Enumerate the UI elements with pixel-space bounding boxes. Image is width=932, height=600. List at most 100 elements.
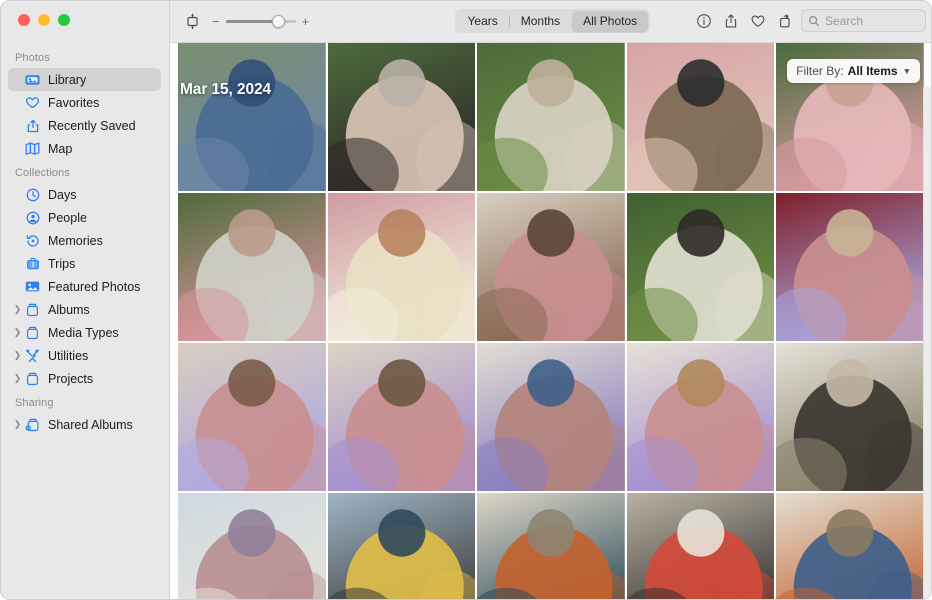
search-input[interactable]: Search bbox=[801, 9, 926, 32]
photo-thumbnail[interactable] bbox=[178, 493, 326, 600]
tab-years[interactable]: Years bbox=[457, 11, 509, 32]
favorite-heart-icon[interactable] bbox=[747, 10, 769, 32]
photos-app-window: Photos❯Library❯Favorites❯Recently Saved❯… bbox=[0, 0, 932, 600]
sidebar-item-label: Recently Saved bbox=[48, 118, 136, 133]
window-controls bbox=[18, 14, 70, 26]
photo-thumbnail[interactable] bbox=[626, 343, 775, 491]
sidebar-item-label: Albums bbox=[48, 302, 90, 317]
memories-icon bbox=[23, 234, 42, 248]
sidebar-item-memories[interactable]: ❯Memories bbox=[8, 229, 161, 252]
zoom-slider-thumb[interactable] bbox=[271, 14, 285, 28]
photo-thumbnail[interactable] bbox=[477, 493, 625, 600]
photo-thumbnail[interactable] bbox=[776, 493, 924, 600]
photo-thumbnail[interactable] bbox=[327, 493, 476, 600]
chevron-right-icon[interactable]: ❯ bbox=[12, 328, 23, 337]
sidebar-item-label: People bbox=[48, 210, 87, 225]
photo-thumbnail[interactable] bbox=[626, 43, 775, 191]
sidebar-item-media-types[interactable]: ❯ Media Types bbox=[8, 321, 161, 344]
zoom-button[interactable] bbox=[58, 14, 70, 26]
rotate-icon[interactable] bbox=[774, 10, 796, 32]
search-icon bbox=[808, 15, 819, 26]
sidebar-item-days[interactable]: ❯Days bbox=[8, 183, 161, 206]
tab-all-photos[interactable]: All Photos bbox=[572, 10, 649, 32]
sidebar-item-favorites[interactable]: ❯Favorites bbox=[8, 91, 161, 114]
sidebar-item-trips[interactable]: ❯Trips bbox=[8, 252, 161, 275]
sidebar-item-recently-saved[interactable]: ❯Recently Saved bbox=[8, 114, 161, 137]
zoom-slider-fill bbox=[225, 19, 279, 23]
share-icon[interactable] bbox=[720, 10, 742, 32]
featured-photo-icon bbox=[23, 280, 42, 293]
close-button[interactable] bbox=[18, 14, 30, 26]
sidebar-item-label: Map bbox=[48, 141, 73, 156]
chevron-down-icon: ▼ bbox=[902, 66, 911, 76]
zoom-slider-track[interactable] bbox=[225, 14, 296, 28]
toolbar-right-group: Search bbox=[693, 9, 926, 32]
chevron-right-icon[interactable]: ❯ bbox=[12, 351, 23, 360]
sidebar-item-library[interactable]: ❯Library bbox=[8, 68, 161, 91]
zoom-in-label[interactable]: + bbox=[302, 15, 310, 28]
sidebar-item-label: Featured Photos bbox=[48, 279, 141, 294]
sidebar-section-title: Collections bbox=[15, 167, 70, 179]
photo-thumbnail[interactable] bbox=[776, 193, 924, 341]
sidebar-item-label: Trips bbox=[48, 256, 76, 271]
photo-thumbnail[interactable] bbox=[327, 343, 476, 491]
zoom-slider[interactable]: − + bbox=[212, 14, 310, 28]
sidebar-item-label: Library bbox=[48, 72, 87, 87]
album-icon bbox=[23, 303, 42, 317]
sidebar-item-label: Utilities bbox=[48, 348, 89, 363]
album-icon bbox=[23, 372, 42, 386]
sidebar-nav-list: Photos❯Library❯Favorites❯Recently Saved❯… bbox=[0, 45, 169, 600]
sidebar-item-label: Projects bbox=[48, 371, 94, 386]
sidebar-item-map[interactable]: ❯Map bbox=[8, 137, 161, 160]
filter-by-value: All Items bbox=[847, 64, 898, 78]
photo-thumbnail[interactable] bbox=[178, 343, 326, 491]
photo-thumbnail[interactable] bbox=[477, 343, 625, 491]
album-icon bbox=[23, 326, 42, 340]
photo-thumbnail[interactable] bbox=[626, 193, 775, 341]
suitcase-icon bbox=[23, 257, 42, 270]
zoom-out-label[interactable]: − bbox=[212, 15, 220, 28]
photo-thumbnail[interactable] bbox=[327, 43, 476, 191]
photo-thumbnail[interactable] bbox=[327, 193, 476, 341]
sidebar: Photos❯Library❯Favorites❯Recently Saved❯… bbox=[0, 0, 170, 600]
filter-by-dropdown[interactable]: Filter By: All Items ▼ bbox=[787, 59, 920, 83]
shared-album-icon bbox=[23, 418, 42, 432]
view-mode-segmented-control: Years Months All Photos bbox=[455, 9, 650, 33]
sidebar-item-label: Shared Albums bbox=[48, 417, 133, 432]
sidebar-item-projects[interactable]: ❯ Projects bbox=[8, 367, 161, 390]
tab-months[interactable]: Months bbox=[510, 11, 571, 32]
sidebar-section-title: Sharing bbox=[15, 397, 54, 409]
sidebar-item-shared-albums[interactable]: ❯ Shared Albums bbox=[8, 413, 161, 436]
heart-icon bbox=[23, 96, 42, 109]
search-placeholder: Search bbox=[825, 13, 864, 28]
sidebar-item-utilities[interactable]: ❯ Utilities bbox=[8, 344, 161, 367]
photo-thumbnail[interactable] bbox=[477, 193, 625, 341]
photo-thumbnail[interactable] bbox=[178, 193, 326, 341]
minimize-button[interactable] bbox=[38, 14, 50, 26]
view-options-icon[interactable] bbox=[181, 10, 203, 32]
photo-grid-area[interactable]: Mar 15, 2024 Filter By: All Items ▼ bbox=[170, 43, 932, 600]
sidebar-item-label: Memories bbox=[48, 233, 103, 248]
photo-thumbnail[interactable] bbox=[178, 43, 326, 191]
chevron-right-icon[interactable]: ❯ bbox=[12, 420, 23, 429]
person-circle-icon bbox=[23, 211, 42, 225]
chevron-right-icon[interactable]: ❯ bbox=[12, 305, 23, 314]
vertical-scrollbar[interactable] bbox=[923, 87, 931, 600]
segmented-group: Years Months All Photos bbox=[455, 9, 650, 33]
photo-thumbnail[interactable] bbox=[776, 343, 924, 491]
tools-icon bbox=[23, 349, 42, 363]
chevron-right-icon[interactable]: ❯ bbox=[12, 374, 23, 383]
sidebar-item-label: Days bbox=[48, 187, 77, 202]
sidebar-item-people[interactable]: ❯People bbox=[8, 206, 161, 229]
photo-thumbnail[interactable] bbox=[477, 43, 625, 191]
map-icon bbox=[23, 142, 42, 155]
filter-by-label: Filter By: bbox=[796, 64, 844, 78]
sidebar-item-label: Media Types bbox=[48, 325, 119, 340]
toolbar: − + Years Months All Photos Search bbox=[170, 0, 932, 43]
sidebar-item-albums[interactable]: ❯ Albums bbox=[8, 298, 161, 321]
info-icon[interactable] bbox=[693, 10, 715, 32]
library-icon bbox=[23, 73, 42, 86]
toolbar-left-group: − + bbox=[170, 10, 309, 32]
photo-thumbnail[interactable] bbox=[626, 493, 775, 600]
sidebar-item-featured-photos[interactable]: ❯Featured Photos bbox=[8, 275, 161, 298]
